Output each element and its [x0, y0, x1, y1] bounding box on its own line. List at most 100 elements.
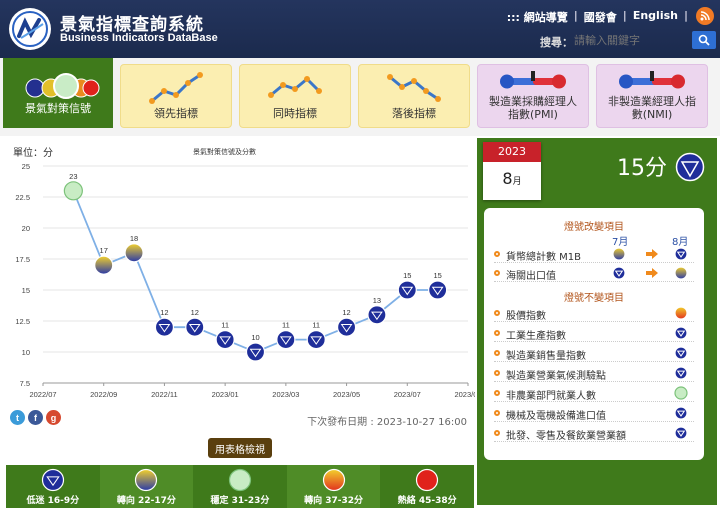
bullet-icon	[494, 430, 500, 436]
blue-signal-icon	[674, 346, 688, 360]
thermometer-icon	[619, 71, 685, 89]
header: 景氣指標查詢系統 Business Indicators DataBase ::…	[0, 0, 720, 58]
indicator-detail-box: 燈號改變項目 7月 8月 燈號不變項目 貨幣總計數 M1B 海關出口值 股價指數 工業…	[484, 208, 704, 460]
indicator-row[interactable]: 貨幣總計數 M1B	[494, 247, 694, 263]
x-tick-label: 2022/07	[29, 390, 56, 399]
indicator-row[interactable]: 機械及電機設備進口值	[494, 406, 694, 422]
search-label: 搜尋：	[540, 36, 573, 49]
current-signal-panel: 2023 8月 15分 燈號改變項目 7月 8月 燈號不變項目 貨幣總計數 M1…	[477, 138, 717, 505]
data-point[interactable]	[63, 181, 83, 201]
search-icon	[698, 34, 710, 46]
google-plus-icon[interactable]: g	[46, 410, 61, 425]
y-tick-label: 20	[22, 224, 30, 233]
data-point[interactable]	[154, 317, 175, 337]
tab-business-signal[interactable]: 景氣對策信號	[3, 58, 113, 128]
red-signal-icon	[416, 468, 439, 492]
data-point[interactable]	[94, 255, 114, 275]
site-logo[interactable]	[9, 8, 51, 50]
y-tick-label: 12.5	[15, 317, 30, 326]
legend-label: 轉向 37-32分	[304, 496, 364, 506]
y-tick-label: 17.5	[15, 255, 30, 264]
facebook-icon[interactable]: f	[28, 410, 43, 425]
data-point[interactable]	[428, 280, 448, 300]
tab-leading-index[interactable]: 領先指標	[120, 64, 232, 128]
indicator-row[interactable]: 製造業營業氣候測驗點	[494, 366, 694, 382]
x-tick-label: 2023/05	[333, 390, 360, 399]
green-signal-icon	[228, 468, 252, 492]
tab-lagging-index[interactable]: 落後指標	[358, 64, 470, 128]
tab-nmi[interactable]: 非製造業經理人指數(NMI)	[596, 64, 708, 128]
x-tick-label: 2023/09	[454, 390, 475, 399]
tab-label: 非製造業經理人指數(NMI)	[608, 95, 696, 121]
data-label: 12	[160, 308, 168, 317]
nav-english-link[interactable]: English	[633, 9, 678, 25]
legend-item: 熱絡 45-38分	[380, 465, 474, 508]
legend-item: 轉向 37-32分	[286, 465, 381, 508]
y-tick-label: 15	[22, 286, 30, 295]
legend-label: 低迷 16-9分	[26, 496, 80, 506]
tab-label: 景氣對策信號	[25, 102, 91, 115]
indicator-name: 工業生產指數	[506, 331, 566, 342]
indicator-row[interactable]: 工業生產指數	[494, 326, 694, 342]
data-point[interactable]	[124, 243, 144, 263]
data-label: 15	[433, 271, 441, 280]
data-point[interactable]	[306, 330, 326, 350]
data-point[interactable]	[336, 317, 357, 337]
signal-legend: 低迷 16-9分 轉向 22-17分 穩定 31-23分 轉向 37-32分 熱絡 45…	[6, 465, 474, 508]
data-point[interactable]	[276, 330, 296, 350]
data-label: 11	[221, 321, 229, 330]
nav-ndc-link[interactable]: 國發會	[584, 9, 617, 25]
twitter-icon[interactable]: t	[10, 410, 25, 425]
yellow-blue-signal-icon	[612, 247, 626, 261]
data-point[interactable]	[215, 330, 235, 350]
signal-lights-icon	[25, 73, 100, 99]
calendar-badge: 2023 8月	[483, 142, 541, 200]
yellow-blue-signal-icon	[135, 468, 158, 492]
indicator-row[interactable]: 海關出口值	[494, 266, 694, 282]
blue-signal-icon	[612, 266, 626, 280]
data-label: 12	[191, 308, 199, 317]
search-input[interactable]	[574, 31, 684, 49]
indicator-name: 貨幣總計數 M1B	[506, 252, 582, 263]
tab-pmi[interactable]: 製造業採購經理人指數(PMI)	[477, 64, 589, 128]
chart-panel: 單位：分 景氣對策信號及分數 25 22.5 20 17.5 15 12.5 10 7.5 20…	[3, 138, 475, 508]
blue-signal-icon	[674, 426, 688, 440]
blue-signal-icon	[675, 152, 705, 182]
tab-coincident-index[interactable]: 同時指標	[239, 64, 351, 128]
search-button[interactable]	[692, 31, 716, 49]
x-tick-label: 2023/07	[394, 390, 421, 399]
yellow-blue-signal-icon	[674, 266, 688, 280]
yellow-red-signal-icon	[322, 468, 345, 492]
data-point[interactable]	[185, 317, 205, 337]
data-label: 17	[100, 246, 108, 255]
y-tick-label: 7.5	[20, 379, 30, 388]
tab-label: 製造業採購經理人指數(PMI)	[489, 95, 577, 121]
calendar-year: 2023	[483, 142, 541, 162]
y-tick-label: 22.5	[15, 193, 30, 202]
indicator-name: 非農業部門就業人數	[506, 391, 596, 402]
indicator-name: 海關出口值	[506, 271, 556, 282]
unchanged-items-title: 燈號不變項目	[564, 293, 624, 304]
legend-label: 轉向 22-17分	[116, 496, 176, 506]
bullet-icon	[494, 350, 500, 356]
indicator-row[interactable]: 非農業部門就業人數	[494, 386, 694, 402]
data-point[interactable]	[367, 305, 387, 325]
rss-icon[interactable]	[696, 7, 714, 25]
table-view-button[interactable]: 用表格檢視	[208, 438, 272, 458]
data-label: 18	[130, 234, 138, 243]
indicator-name: 批發、零售及餐飲業營業額	[506, 431, 626, 442]
data-label: 23	[69, 172, 77, 181]
nav-sitemap-link[interactable]: ::: 網站導覽	[507, 9, 568, 25]
score-line	[72, 190, 438, 353]
top-nav: ::: 網站導覽 | 國發會 | English |	[506, 9, 688, 25]
line-chart-icon	[268, 76, 322, 98]
data-point[interactable]	[245, 342, 266, 362]
indicator-row[interactable]: 股價指數	[494, 306, 694, 322]
indicator-row[interactable]: 製造業銷售量指數	[494, 346, 694, 362]
data-label: 10	[251, 333, 259, 342]
current-score: 15分	[617, 156, 667, 181]
indicator-row[interactable]: 批發、零售及餐飲業營業額	[494, 426, 694, 442]
legend-item: 轉向 22-17分	[99, 465, 194, 508]
data-point[interactable]	[397, 280, 417, 300]
indicator-name: 製造業銷售量指數	[506, 351, 586, 362]
